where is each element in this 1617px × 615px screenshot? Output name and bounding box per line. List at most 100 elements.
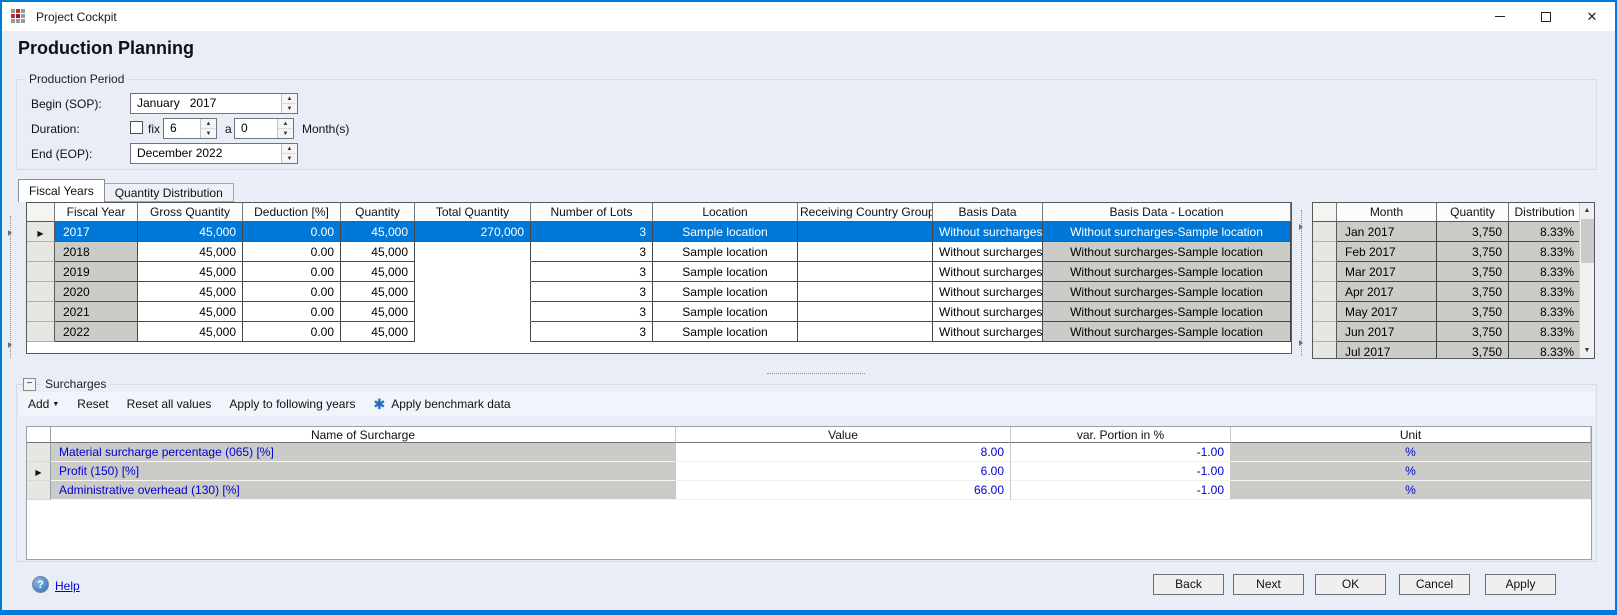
row-selector[interactable]: [27, 282, 55, 302]
reset-all-values-button[interactable]: Reset all values: [127, 397, 212, 411]
column-header[interactable]: Location: [653, 203, 798, 222]
month-grid-scrollbar[interactable]: ▲ ▼: [1579, 203, 1594, 358]
fix-checkbox[interactable]: [130, 121, 143, 134]
row-selector[interactable]: [1313, 242, 1337, 262]
grid-cell[interactable]: 3,750: [1437, 302, 1509, 322]
cancel-button[interactable]: Cancel: [1399, 574, 1470, 595]
grid-cell[interactable]: 2020: [55, 282, 138, 302]
grid-cell[interactable]: [798, 222, 933, 242]
spin-down-icon[interactable]: ▼: [282, 154, 297, 163]
spin-up-icon[interactable]: ▲: [282, 94, 297, 104]
add-button[interactable]: Add▼: [28, 397, 59, 411]
spin-up-icon[interactable]: ▲: [278, 119, 293, 129]
next-button[interactable]: Next: [1233, 574, 1304, 595]
column-header[interactable]: Fiscal Year: [55, 203, 138, 222]
grid-cell[interactable]: 0.00: [243, 262, 341, 282]
grid-cell[interactable]: Without surcharges-Sample location: [1043, 242, 1291, 262]
grid-cell[interactable]: 45,000: [341, 242, 415, 262]
row-selector[interactable]: [27, 481, 51, 500]
apply-to-following-years-button[interactable]: Apply to following years: [229, 397, 355, 411]
grid-cell[interactable]: 8.00: [676, 443, 1011, 462]
grid-cell[interactable]: -1.00: [1011, 443, 1231, 462]
help-link[interactable]: Help: [55, 579, 80, 593]
column-header[interactable]: Unit: [1231, 427, 1591, 443]
grid-cell[interactable]: Mar 2017: [1337, 262, 1437, 282]
column-header[interactable]: Total Quantity: [415, 203, 531, 222]
begin-sop-spinner[interactable]: January 2017 ▲ ▼: [130, 93, 298, 114]
grid-splitter[interactable]: [1301, 210, 1303, 356]
column-header[interactable]: Name of Surcharge: [51, 427, 676, 443]
grid-cell[interactable]: Without surcharges: [933, 302, 1043, 322]
spin-down-icon[interactable]: ▼: [201, 129, 216, 138]
row-selector[interactable]: [27, 443, 51, 462]
row-selector[interactable]: [1313, 342, 1337, 359]
grid-cell[interactable]: Without surcharges: [933, 242, 1043, 262]
grid-cell[interactable]: Without surcharges: [933, 262, 1043, 282]
grid-cell[interactable]: 3,750: [1437, 342, 1509, 359]
left-splitter[interactable]: [10, 216, 12, 358]
grid-cell[interactable]: 0.00: [243, 302, 341, 322]
grid-cell[interactable]: Sample location: [653, 242, 798, 262]
row-selector[interactable]: [1313, 262, 1337, 282]
row-selector[interactable]: [1313, 302, 1337, 322]
grid-cell[interactable]: [415, 302, 531, 322]
column-header[interactable]: Receiving Country Group: [798, 203, 933, 222]
column-header[interactable]: var. Portion in %: [1011, 427, 1231, 443]
tab-fiscal-years[interactable]: Fiscal Years: [18, 179, 105, 202]
column-header[interactable]: Number of Lots: [531, 203, 653, 222]
grid-cell[interactable]: 0.00: [243, 242, 341, 262]
grid-cell[interactable]: Administrative overhead (130) [%]: [51, 481, 676, 500]
grid-cell[interactable]: -1.00: [1011, 481, 1231, 500]
grid-cell[interactable]: 3: [531, 262, 653, 282]
grid-cell[interactable]: 3,750: [1437, 282, 1509, 302]
ok-button[interactable]: OK: [1315, 574, 1386, 595]
grid-cell[interactable]: 2017: [55, 222, 138, 242]
duration-months-spinner[interactable]: 0 ▲ ▼: [234, 118, 294, 139]
grid-cell[interactable]: [798, 322, 933, 342]
grid-cell[interactable]: 45,000: [341, 302, 415, 322]
column-header[interactable]: Quantity: [1437, 203, 1509, 222]
grid-cell[interactable]: 6.00: [676, 462, 1011, 481]
column-header[interactable]: Basis Data - Location: [1043, 203, 1291, 222]
spin-up-icon[interactable]: ▲: [201, 119, 216, 129]
grid-cell[interactable]: 3,750: [1437, 242, 1509, 262]
grid-cell[interactable]: Sample location: [653, 262, 798, 282]
row-selector[interactable]: [1313, 322, 1337, 342]
grid-cell[interactable]: Sample location: [653, 282, 798, 302]
grid-cell[interactable]: 0.00: [243, 322, 341, 342]
grid-cell[interactable]: 8.33%: [1509, 282, 1581, 302]
grid-cell[interactable]: Without surcharges-Sample location: [1043, 322, 1291, 342]
grid-cell[interactable]: [415, 282, 531, 302]
scroll-down-icon[interactable]: ▼: [1580, 343, 1594, 358]
grid-cell[interactable]: [415, 242, 531, 262]
grid-cell[interactable]: %: [1231, 443, 1591, 462]
row-selector[interactable]: [27, 322, 55, 342]
grid-cell[interactable]: 270,000: [415, 222, 531, 242]
grid-cell[interactable]: 8.33%: [1509, 222, 1581, 242]
grid-cell[interactable]: 45,000: [138, 222, 243, 242]
row-selector[interactable]: [27, 262, 55, 282]
spin-up-icon[interactable]: ▲: [282, 144, 297, 154]
grid-cell[interactable]: [798, 242, 933, 262]
grid-cell[interactable]: 45,000: [341, 262, 415, 282]
grid-cell[interactable]: Jun 2017: [1337, 322, 1437, 342]
grid-cell[interactable]: Without surcharges: [933, 282, 1043, 302]
grid-cell[interactable]: Material surcharge percentage (065) [%]: [51, 443, 676, 462]
grid-cell[interactable]: [798, 282, 933, 302]
row-selector[interactable]: [27, 302, 55, 322]
grid-cell[interactable]: %: [1231, 481, 1591, 500]
grid-cell[interactable]: 66.00: [676, 481, 1011, 500]
reset-button[interactable]: Reset: [77, 397, 108, 411]
grid-cell[interactable]: 3: [531, 282, 653, 302]
grid-cell[interactable]: Profit (150) [%]: [51, 462, 676, 481]
horizontal-splitter[interactable]: [767, 373, 865, 375]
row-selector[interactable]: [1313, 282, 1337, 302]
column-header[interactable]: Distribution: [1509, 203, 1581, 222]
column-header[interactable]: Value: [676, 427, 1011, 443]
column-header[interactable]: Basis Data: [933, 203, 1043, 222]
grid-cell[interactable]: 3: [531, 302, 653, 322]
grid-cell[interactable]: 45,000: [138, 262, 243, 282]
grid-cell[interactable]: 2019: [55, 262, 138, 282]
tab-quantity-distribution[interactable]: Quantity Distribution: [105, 183, 234, 202]
grid-cell[interactable]: 3: [531, 242, 653, 262]
